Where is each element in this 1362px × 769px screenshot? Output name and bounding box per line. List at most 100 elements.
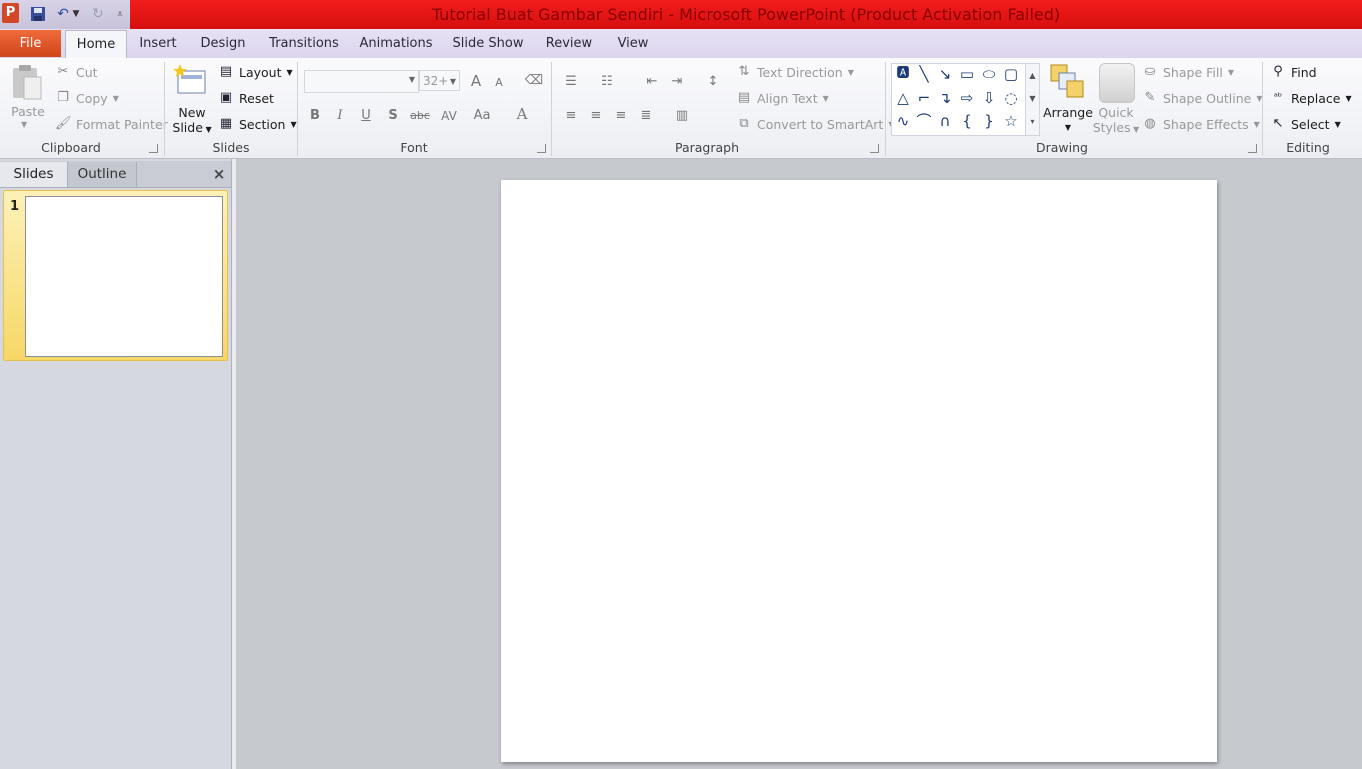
paragraph-launcher-icon[interactable]: [870, 144, 879, 153]
tab-view[interactable]: View: [613, 29, 653, 58]
arrange-button[interactable]: Arrange ▼: [1042, 105, 1094, 135]
align-left-icon[interactable]: ≡: [561, 106, 581, 126]
font-size-combobox[interactable]: 32+ ▼: [419, 70, 460, 91]
quick-styles-dropdown-icon: ▼: [1130, 125, 1140, 134]
cut-button[interactable]: ✂ Cut: [55, 64, 98, 80]
font-name-dropdown-icon: ▼: [408, 75, 415, 84]
tab-insert[interactable]: Insert: [133, 29, 183, 58]
save-icon[interactable]: [28, 4, 48, 24]
drawing-launcher-icon[interactable]: [1248, 144, 1257, 153]
replace-label: Replace: [1291, 90, 1341, 106]
cut-label: Cut: [76, 64, 98, 80]
tab-design[interactable]: Design: [196, 29, 250, 58]
freeform-shape-icon[interactable]: ∿: [893, 111, 913, 131]
text-direction-button[interactable]: ⇅ Text Direction ▼: [736, 64, 854, 80]
strikethrough-button[interactable]: abc: [408, 106, 432, 126]
new-slide-button[interactable]: New Slide ▼: [170, 105, 214, 137]
rounded-rectangle-shape-icon[interactable]: ▢: [1001, 64, 1021, 84]
justify-icon[interactable]: ≣: [636, 106, 656, 126]
right-brace-shape-icon[interactable]: }: [979, 111, 999, 131]
columns-icon[interactable]: ▥: [672, 106, 692, 126]
section-button[interactable]: ▦ Section ▼: [218, 116, 297, 132]
bullets-icon[interactable]: ☰: [561, 72, 581, 92]
change-case-button[interactable]: Aa: [469, 106, 495, 126]
align-center-icon[interactable]: ≡: [586, 106, 606, 126]
replace-dropdown-icon: ▼: [1345, 93, 1352, 103]
shape-effects-button[interactable]: ◍ Shape Effects ▼: [1142, 116, 1259, 132]
increase-indent-icon[interactable]: ⇥: [667, 72, 687, 92]
select-button[interactable]: ↖ Select ▼: [1270, 116, 1341, 132]
arc-shape-icon[interactable]: ⌒: [914, 111, 934, 131]
tab-transitions[interactable]: Transitions: [266, 29, 342, 58]
shape-fill-button[interactable]: ⛀ Shape Fill ▼: [1142, 64, 1234, 80]
curve-shape-icon[interactable]: ∩: [935, 111, 955, 131]
arrange-dropdown-icon: ▼: [1064, 123, 1072, 132]
reset-button[interactable]: ▣ Reset: [218, 90, 274, 106]
copy-button[interactable]: ❐ Copy ▼: [55, 90, 119, 106]
text-shadow-button[interactable]: S: [383, 106, 403, 126]
tab-home[interactable]: Home: [65, 30, 127, 60]
callout-shape-icon[interactable]: ◌: [1001, 88, 1021, 108]
font-name-combobox[interactable]: ▼: [304, 70, 419, 93]
line-spacing-icon[interactable]: ↕: [703, 72, 723, 92]
convert-smartart-button[interactable]: ⧉Convert to SmartArt▼: [736, 116, 894, 132]
shrink-font-icon[interactable]: A: [489, 73, 509, 93]
tab-slide-show[interactable]: Slide Show: [452, 29, 524, 58]
close-pane-icon[interactable]: ×: [210, 165, 228, 183]
paste-button[interactable]: Paste: [6, 104, 50, 119]
slide-canvas[interactable]: [501, 180, 1217, 762]
shape-outline-button[interactable]: ✎ Shape Outline ▼: [1142, 90, 1263, 106]
clipboard-launcher-icon[interactable]: [149, 144, 158, 153]
binoculars-icon: ⚲: [1273, 64, 1283, 79]
triangle-shape-icon[interactable]: △: [893, 88, 913, 108]
find-button[interactable]: ⚲ Find: [1270, 64, 1316, 80]
text-box-shape-icon[interactable]: 🅰: [893, 64, 913, 84]
quick-styles-button[interactable]: Quick Styles ▼: [1092, 105, 1140, 137]
right-arrow-shape-icon[interactable]: ⇨: [957, 88, 977, 108]
decrease-indent-icon[interactable]: ⇤: [642, 72, 662, 92]
clipboard-group-label: Clipboard: [41, 140, 101, 155]
arrange-icon[interactable]: [1048, 62, 1086, 100]
underline-button[interactable]: U: [356, 106, 376, 126]
font-size-dropdown-icon: ▼: [449, 77, 456, 86]
bold-button[interactable]: B: [305, 106, 325, 126]
arrow-line-shape-icon[interactable]: ↘: [935, 64, 955, 84]
undo-dropdown-icon[interactable]: ▼: [70, 4, 82, 24]
redo-icon[interactable]: ↻: [88, 4, 108, 24]
tab-slides[interactable]: Slides: [0, 162, 68, 187]
slide-thumbnail[interactable]: [25, 196, 223, 357]
elbow-arrow-shape-icon[interactable]: ↴: [935, 88, 955, 108]
new-slide-icon[interactable]: [172, 63, 208, 99]
paragraph-group-label: Paragraph: [674, 140, 740, 155]
numbering-icon[interactable]: ☷: [597, 72, 617, 92]
quick-styles-icon[interactable]: [1099, 63, 1135, 103]
powerpoint-logo-icon[interactable]: P: [2, 3, 19, 23]
tab-file[interactable]: File: [0, 30, 61, 57]
align-text-button[interactable]: ▤ Align Text ▼: [736, 90, 829, 106]
star-shape-icon[interactable]: ☆: [1001, 111, 1021, 131]
align-right-icon[interactable]: ≡: [611, 106, 631, 126]
down-arrow-shape-icon[interactable]: ⇩: [979, 88, 999, 108]
font-color-button[interactable]: A: [512, 104, 532, 124]
format-painter-button[interactable]: 🖌 Format Painter: [55, 116, 168, 132]
tab-animations[interactable]: Animations: [358, 29, 434, 58]
grow-font-icon[interactable]: A: [466, 71, 486, 91]
elbow-connector-shape-icon[interactable]: ⌐: [914, 88, 934, 108]
rectangle-shape-icon[interactable]: ▭: [957, 64, 977, 84]
tab-review[interactable]: Review: [543, 29, 595, 58]
line-shape-icon[interactable]: ╲: [914, 64, 934, 84]
tab-outline[interactable]: Outline: [68, 162, 137, 187]
shape-fill-label: Shape Fill: [1163, 64, 1223, 80]
italic-button[interactable]: I: [330, 106, 350, 126]
oval-shape-icon[interactable]: ⬭: [979, 64, 999, 84]
clear-formatting-icon[interactable]: ⌫: [524, 71, 544, 91]
customize-qat-icon[interactable]: ⩡: [113, 4, 127, 24]
shapes-gallery-scroll[interactable]: ▲ ▼ ▾: [1025, 63, 1040, 136]
paste-icon[interactable]: [10, 63, 44, 101]
left-brace-shape-icon[interactable]: {: [957, 111, 977, 131]
paste-dropdown-icon[interactable]: ▼: [21, 120, 27, 129]
font-launcher-icon[interactable]: [537, 144, 546, 153]
layout-button[interactable]: ▤ Layout ▼: [218, 64, 293, 80]
replace-button[interactable]: ᵃᵇ Replace ▼: [1270, 90, 1352, 106]
character-spacing-button[interactable]: AV: [436, 106, 462, 126]
